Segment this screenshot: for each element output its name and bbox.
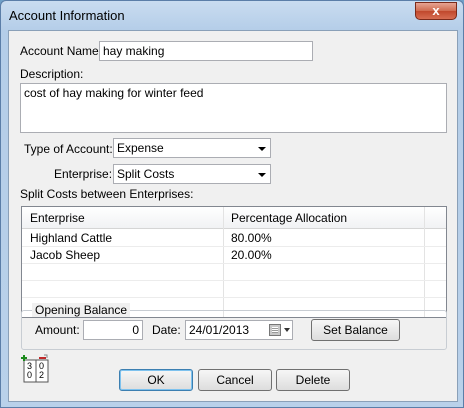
chevron-down-icon (258, 147, 266, 151)
description-label: Description: (20, 67, 84, 81)
column-header-percentage[interactable]: Percentage Allocation (231, 211, 347, 225)
account-type-value: Expense (117, 141, 164, 155)
chevron-down-icon (284, 328, 290, 332)
dialog-body: Account Name: hay making Description: co… (8, 30, 458, 402)
opening-balance-title: Opening Balance (32, 303, 131, 317)
chevron-down-icon (258, 173, 266, 177)
account-name-input[interactable]: hay making (99, 41, 313, 61)
icon-digit: 0 (27, 370, 33, 380)
date-picker-button[interactable] (267, 320, 293, 340)
calendar-icon (269, 324, 281, 336)
close-icon: x (432, 3, 440, 18)
icon-digit: 2 (39, 370, 45, 380)
cancel-button[interactable]: Cancel (198, 369, 272, 391)
date-label: Date: (152, 323, 181, 337)
row-percentage: 20.00% (231, 248, 272, 262)
description-input[interactable]: cost of hay making for winter feed (20, 83, 447, 133)
enterprise-select[interactable]: Split Costs (113, 164, 271, 184)
opening-balance-group: Opening Balance Amount: 0 Date: 24/01/20… (21, 303, 447, 350)
account-name-label: Account Name: (20, 44, 103, 58)
column-header-enterprise[interactable]: Enterprise (30, 211, 85, 225)
split-costs-grid[interactable]: Enterprise Percentage Allocation Highlan… (21, 206, 447, 318)
amount-label: Amount: (35, 323, 80, 337)
grid-header: Enterprise Percentage Allocation (22, 207, 446, 229)
amount-input[interactable]: 0 (83, 320, 143, 340)
date-value: 24/01/2013 (189, 323, 250, 337)
set-balance-button[interactable]: Set Balance (311, 319, 400, 341)
account-information-window: Account Information x Account Name: hay … (0, 0, 464, 408)
enterprise-label: Enterprise: (54, 167, 113, 181)
title-bar[interactable]: Account Information x (1, 1, 463, 29)
table-row[interactable]: Jacob Sheep 20.00% (22, 247, 446, 264)
delete-button[interactable]: Delete (276, 369, 350, 391)
row-enterprise: Highland Cattle (30, 231, 113, 245)
account-type-label: Type of Account: (24, 142, 113, 156)
table-row[interactable] (22, 281, 446, 298)
row-enterprise: Jacob Sheep (30, 248, 101, 262)
account-type-select[interactable]: Expense (113, 138, 271, 158)
table-row[interactable]: Highland Cattle 80.00% (22, 230, 446, 247)
row-percentage: 80.00% (231, 231, 272, 245)
account-numbers-icon: 3 0 0 2 (19, 354, 51, 384)
enterprise-value: Split Costs (117, 167, 175, 181)
table-row[interactable] (22, 264, 446, 281)
ok-button[interactable]: OK (119, 369, 193, 391)
close-button[interactable]: x (415, 2, 457, 20)
window-title: Account Information (9, 8, 125, 23)
split-costs-label: Split Costs between Enterprises: (20, 187, 194, 201)
account-numbers-icon-graphic (21, 354, 49, 383)
